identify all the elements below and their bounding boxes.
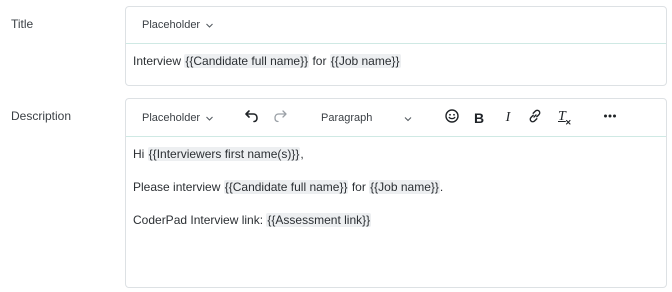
title-placeholder-dropdown[interactable]: Placeholder — [142, 19, 214, 31]
text-segment: . — [439, 180, 444, 194]
bold-button[interactable]: B — [473, 110, 485, 126]
more-icon — [602, 108, 618, 129]
paragraph: Hi {{Interviewers first name(s)}}, — [133, 146, 658, 163]
chevron-down-icon[interactable] — [403, 114, 413, 124]
more-button[interactable] — [602, 110, 618, 126]
description-placeholder-label: Placeholder — [142, 112, 201, 124]
description-input[interactable]: Hi {{Interviewers first name(s)}}, Pleas… — [133, 146, 658, 229]
undo-button[interactable] — [244, 108, 260, 129]
text-segment: , — [300, 147, 304, 161]
redo-button[interactable] — [272, 108, 288, 129]
description-toolbar: Placeholder Paragraph B I T — [126, 99, 666, 137]
description-editor: Placeholder Paragraph B I T Hi {{Intervi… — [125, 98, 667, 288]
bold-icon: B — [473, 110, 485, 126]
title-text-segment: Interview — [133, 54, 185, 68]
placeholder-token: {{Job name}} — [329, 54, 401, 68]
clear-format-button[interactable]: T — [556, 109, 572, 126]
text-segment: for — [348, 180, 370, 194]
redo-icon — [272, 108, 288, 129]
paragraph: Please interview {{Candidate full name}}… — [133, 179, 658, 196]
placeholder-token: {{Job name}} — [369, 180, 440, 194]
description-placeholder-dropdown[interactable]: Placeholder — [142, 112, 214, 124]
text-segment: Please interview — [133, 180, 224, 194]
title-toolbar: Placeholder — [126, 7, 666, 44]
chevron-down-icon — [205, 21, 214, 30]
emoji-button[interactable] — [444, 108, 460, 129]
text-segment: CoderPad Interview link: — [133, 213, 267, 227]
placeholder-token: {{Candidate full name}} — [184, 54, 310, 68]
paragraph: CoderPad Interview link: {{Assessment li… — [133, 212, 658, 229]
link-button[interactable] — [527, 108, 543, 129]
placeholder-token: {{Interviewers first name(s)}} — [147, 147, 301, 161]
title-input[interactable]: Interview {{Candidate full name}} for {{… — [133, 53, 658, 70]
placeholder-token: {{Candidate full name}} — [223, 180, 349, 194]
title-label: Title — [11, 17, 34, 31]
paragraph-style-dropdown[interactable]: Paragraph — [321, 112, 372, 124]
clear-format-icon: T — [556, 109, 572, 126]
title-text-segment: for — [309, 54, 330, 68]
undo-icon — [244, 108, 260, 129]
title-text: Interview {{Candidate full name}} for {{… — [133, 53, 658, 70]
title-placeholder-label: Placeholder — [142, 19, 201, 31]
title-editor: Placeholder Interview {{Candidate full n… — [125, 6, 667, 86]
chevron-down-icon — [205, 114, 214, 123]
emoji-icon — [444, 108, 460, 129]
placeholder-token: {{Assessment link}} — [266, 213, 372, 227]
text-segment: Hi — [133, 147, 148, 161]
italic-button[interactable]: I — [503, 110, 513, 126]
description-label: Description — [11, 109, 72, 123]
link-icon — [527, 108, 543, 129]
italic-icon: I — [505, 110, 511, 125]
